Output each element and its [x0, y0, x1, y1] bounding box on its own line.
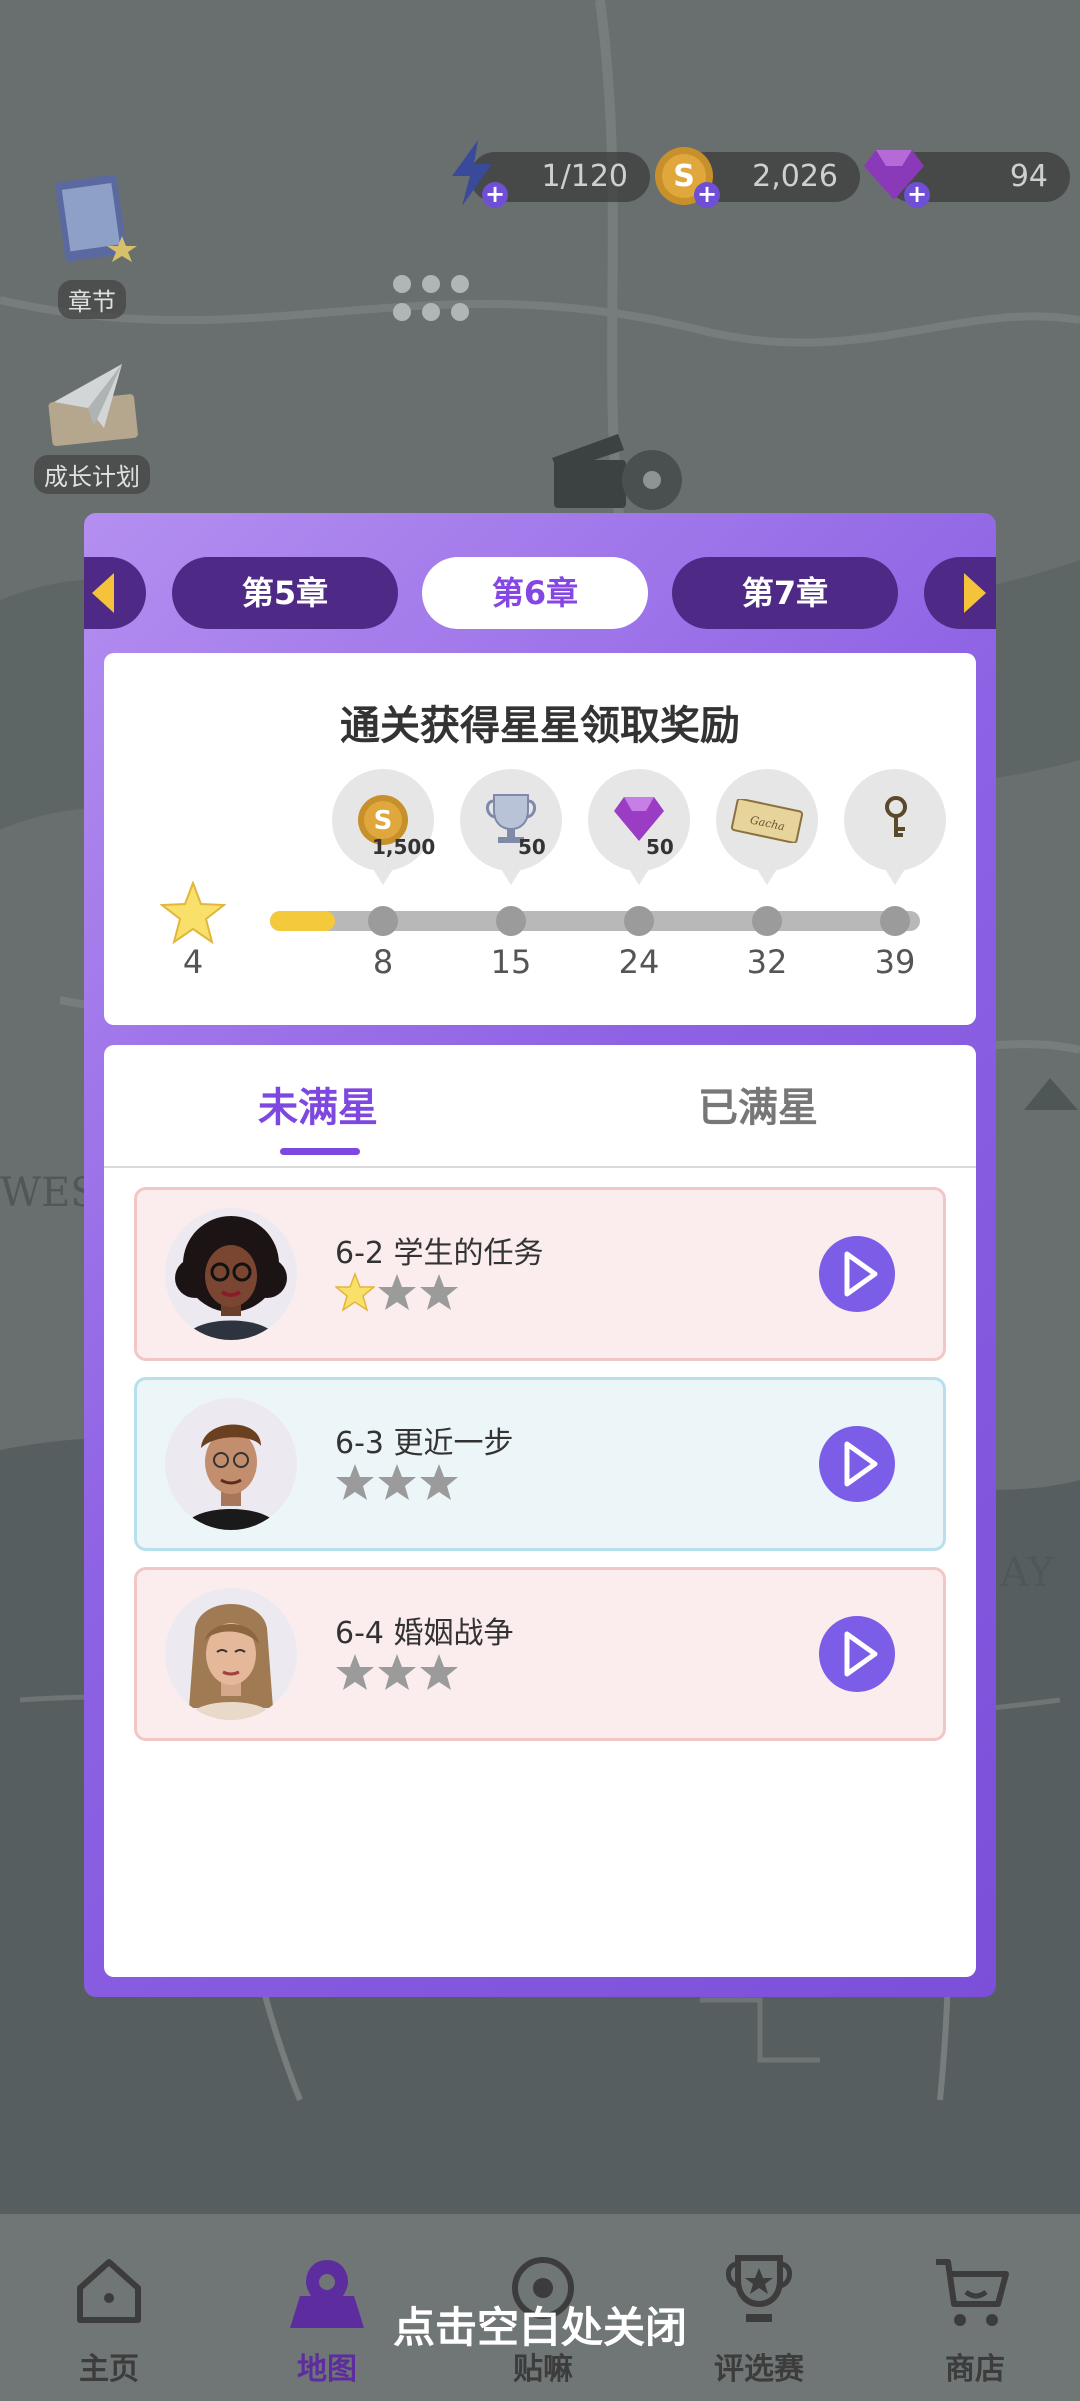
reward-qty: 1,500: [372, 835, 436, 859]
key-icon: [885, 796, 907, 837]
cinema-clapper-icon[interactable]: [548, 428, 688, 518]
chevron-right-icon[interactable]: [964, 573, 986, 613]
star-empty-icon: [378, 1464, 416, 1500]
milestone-label: 24: [618, 943, 660, 981]
star-empty-icon: [336, 1464, 374, 1500]
star-rewards-card: 通关获得星星领取奖励 S 1,500 50 50 Gacha 4 8 15 24…: [104, 653, 976, 1025]
paper-plane-icon[interactable]: [44, 358, 144, 448]
chapters-book-icon[interactable]: [52, 172, 142, 272]
reward-qty: 50: [646, 835, 674, 859]
level-title: 6-2 学生的任务: [335, 1236, 544, 1271]
tab-full-stars[interactable]: 已满星: [698, 1075, 818, 1133]
avatar: [165, 1588, 297, 1720]
play-button[interactable]: [819, 1236, 895, 1312]
milestone-label: 32: [746, 943, 788, 981]
rewards-title: 通关获得星星领取奖励: [340, 703, 740, 749]
character-portrait: [187, 1604, 275, 1720]
reward-qty: 50: [518, 835, 546, 859]
level-list-card: 未满星 已满星 6-2 学生的任务 6-3 更近一步 6-4 婚姻战争: [104, 1045, 976, 1977]
star-empty-icon: [336, 1654, 374, 1690]
map-label-bay: AY: [1000, 1550, 1054, 1596]
level-row[interactable]: 6-4 婚姻战争: [134, 1567, 946, 1741]
star-empty-icon: [420, 1654, 458, 1690]
stadium-icon: [1024, 1078, 1078, 1110]
chapter-rewards-modal: 第5章 第6章 第7章 通关获得星星领取奖励 S 1,500 50 50 Gac…: [84, 513, 996, 1997]
reward-ticket-bubble[interactable]: Gacha: [716, 769, 818, 885]
reward-trophy-bubble[interactable]: 50: [460, 769, 562, 885]
play-button[interactable]: [819, 1616, 895, 1692]
milestone-label: 15: [490, 943, 532, 981]
chapter-5-button[interactable]: 第5章: [172, 557, 398, 629]
star-empty-icon: [378, 1654, 416, 1690]
star-empty-icon: [420, 1274, 458, 1310]
growth-plan-label[interactable]: 成长计划: [34, 455, 150, 494]
reward-key-bubble[interactable]: [844, 769, 946, 885]
character-portrait: [175, 1216, 287, 1340]
chapter-7-button[interactable]: 第7章: [672, 557, 898, 629]
tab-divider: [104, 1166, 976, 1168]
level-row[interactable]: 6-3 更近一步: [134, 1377, 946, 1551]
map-dots-marker: [393, 275, 469, 321]
milestone-node: [368, 906, 398, 936]
chapter-6-button[interactable]: 第6章: [422, 557, 648, 629]
svg-text:S: S: [673, 159, 695, 194]
reward-coin-bubble[interactable]: S 1,500: [332, 769, 436, 885]
chapters-label[interactable]: 章节: [58, 280, 126, 319]
chapter-selector: 第5章 第6章 第7章: [84, 557, 996, 633]
tab-active-indicator: [280, 1148, 360, 1155]
play-button[interactable]: [819, 1426, 895, 1502]
avatar: [165, 1208, 297, 1340]
star-empty-icon: [420, 1464, 458, 1500]
star-progress-fill: [270, 911, 335, 931]
chevron-left-icon[interactable]: [92, 573, 114, 613]
avatar: [165, 1398, 297, 1530]
coin-plus-button[interactable]: +: [694, 182, 720, 208]
tap-to-close-hint[interactable]: 点击空白处关闭: [0, 2294, 1080, 2355]
level-title: 6-4 婚姻战争: [335, 1616, 514, 1651]
energy-plus-button[interactable]: +: [482, 182, 508, 208]
svg-text:S: S: [374, 806, 393, 836]
milestone-node: [624, 906, 654, 936]
milestone-node: [752, 906, 782, 936]
current-star-count: 4: [182, 943, 204, 981]
milestone-node: [496, 906, 526, 936]
level-title: 6-3 更近一步: [335, 1426, 514, 1461]
ticket-icon: Gacha: [730, 799, 804, 843]
play-icon: [844, 1631, 878, 1677]
play-icon: [844, 1251, 878, 1297]
character-portrait: [183, 1424, 279, 1530]
play-icon: [844, 1441, 878, 1487]
milestone-label: 8: [372, 943, 394, 981]
star-filled-icon: [335, 1272, 375, 1312]
level-row[interactable]: 6-2 学生的任务: [134, 1187, 946, 1361]
reward-gem-bubble[interactable]: 50: [588, 769, 690, 885]
tab-not-full-stars[interactable]: 未满星: [258, 1075, 378, 1133]
milestone-label: 39: [874, 943, 916, 981]
current-star-icon: [160, 881, 226, 945]
milestone-node: [880, 906, 910, 936]
gem-plus-button[interactable]: +: [904, 182, 930, 208]
star-empty-icon: [378, 1274, 416, 1310]
